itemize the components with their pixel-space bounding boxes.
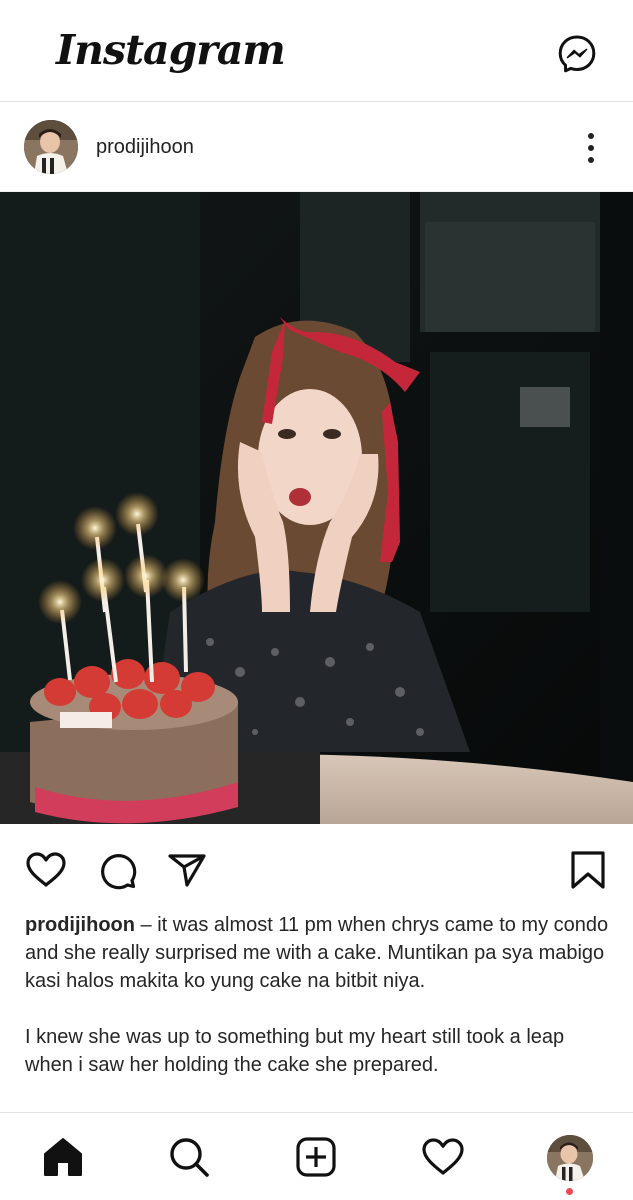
top-bar: Instagram	[0, 0, 633, 102]
home-icon[interactable]	[41, 1135, 85, 1179]
post-username[interactable]: prodijihoon	[96, 136, 194, 159]
notification-dot	[566, 1188, 573, 1195]
caption-paragraph: I knew she was up to something but my he…	[25, 1026, 565, 1076]
messenger-icon[interactable]	[556, 33, 598, 75]
search-icon[interactable]	[167, 1135, 211, 1179]
post-caption: prodijihoon – it was almost 11 pm when c…	[25, 911, 615, 1079]
more-vertical-icon[interactable]	[578, 128, 604, 168]
activity-heart-icon[interactable]	[421, 1135, 465, 1179]
plus-square-icon[interactable]	[294, 1135, 338, 1179]
caption-username[interactable]: prodijihoon	[25, 914, 135, 936]
avatar[interactable]	[24, 120, 78, 174]
post-header: prodijihoon	[0, 102, 633, 192]
bottom-nav	[0, 1112, 633, 1200]
post-actions	[0, 824, 633, 910]
send-icon[interactable]	[165, 848, 209, 892]
bookmark-icon[interactable]	[566, 848, 610, 892]
post-photo[interactable]	[0, 192, 633, 824]
caption-paragraph: prodijihoon – it was almost 11 pm when c…	[25, 911, 615, 995]
heart-icon[interactable]	[24, 848, 68, 892]
instagram-logo[interactable]: Instagram	[56, 26, 286, 74]
comment-icon[interactable]	[95, 848, 139, 892]
avatar[interactable]	[547, 1135, 593, 1181]
